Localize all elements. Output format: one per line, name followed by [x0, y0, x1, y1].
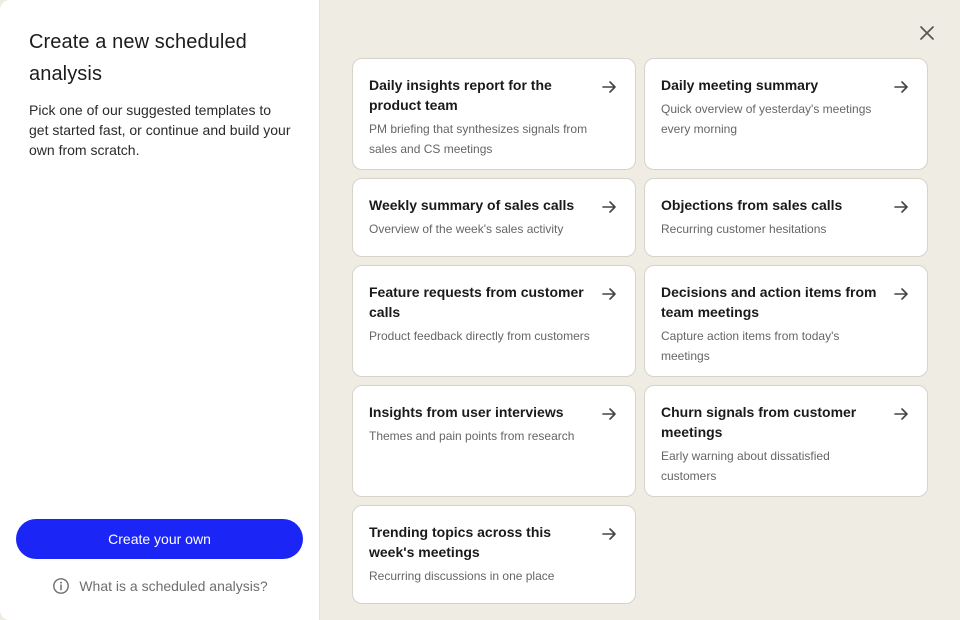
intro-panel: Create a new scheduled analysis Pick one… — [0, 0, 320, 620]
template-description: Product feedback directly from customers — [369, 329, 590, 343]
help-link[interactable]: What is a scheduled analysis? — [0, 576, 320, 596]
arrow-right-icon — [602, 288, 616, 300]
template-card[interactable]: Insights from user interviews Themes and… — [352, 385, 636, 497]
template-title: Objections from sales calls — [661, 197, 843, 213]
template-title: Daily meeting summary — [661, 77, 819, 93]
template-card[interactable]: Daily meeting summary Quick overview of … — [644, 58, 928, 170]
template-title: Weekly summary of sales calls — [369, 197, 575, 213]
arrow-right-icon — [602, 528, 616, 540]
create-your-own-button[interactable]: Create your own — [16, 519, 303, 559]
template-title: Churn signals from customer meetings — [661, 404, 857, 440]
template-card[interactable]: Trending topics across this week's meeti… — [352, 505, 636, 604]
template-description: Recurring customer hesitations — [661, 222, 827, 236]
template-card[interactable]: Decisions and action items from team mee… — [644, 265, 928, 377]
arrow-right-icon — [602, 408, 616, 420]
template-card[interactable]: Objections from sales calls Recurring cu… — [644, 178, 928, 257]
template-description: Capture action items from today's meetin… — [661, 329, 840, 363]
arrow-right-icon — [602, 81, 616, 93]
scheduled-analysis-modal: Create a new scheduled analysis Pick one… — [0, 0, 960, 620]
template-description: PM briefing that synthesizes signals fro… — [369, 122, 588, 156]
template-description: Themes and pain points from research — [369, 429, 575, 443]
template-description: Early warning about dissatisfied custome… — [661, 449, 830, 483]
template-card[interactable]: Weekly summary of sales calls Overview o… — [352, 178, 636, 257]
close-button[interactable] — [916, 22, 938, 44]
template-grid: Daily insights report for the product te… — [352, 58, 928, 604]
template-title: Feature requests from customer calls — [369, 284, 584, 320]
template-description: Overview of the week's sales activity — [369, 222, 564, 236]
templates-panel: Daily insights report for the product te… — [320, 0, 960, 620]
arrow-right-icon — [602, 201, 616, 213]
arrow-right-icon — [894, 81, 908, 93]
arrow-right-icon — [894, 201, 908, 213]
template-title: Trending topics across this week's meeti… — [369, 524, 552, 560]
arrow-right-icon — [894, 408, 908, 420]
template-title: Decisions and action items from team mee… — [661, 284, 877, 320]
template-title: Insights from user interviews — [369, 404, 564, 420]
template-title: Daily insights report for the product te… — [369, 77, 552, 113]
help-link-label: What is a scheduled analysis? — [79, 578, 268, 594]
info-icon — [53, 578, 70, 594]
modal-title: Create a new scheduled analysis — [29, 31, 247, 85]
template-description: Recurring discussions in one place — [369, 569, 555, 583]
arrow-right-icon — [894, 288, 908, 300]
template-card[interactable]: Feature requests from customer calls Pro… — [352, 265, 636, 377]
template-description: Quick overview of yesterday's meetings e… — [661, 102, 872, 136]
template-card[interactable]: Churn signals from customer meetings Ear… — [644, 385, 928, 497]
modal-subtitle: Pick one of our suggested templates to g… — [29, 102, 291, 158]
close-icon — [920, 26, 934, 40]
template-card[interactable]: Daily insights report for the product te… — [352, 58, 636, 170]
